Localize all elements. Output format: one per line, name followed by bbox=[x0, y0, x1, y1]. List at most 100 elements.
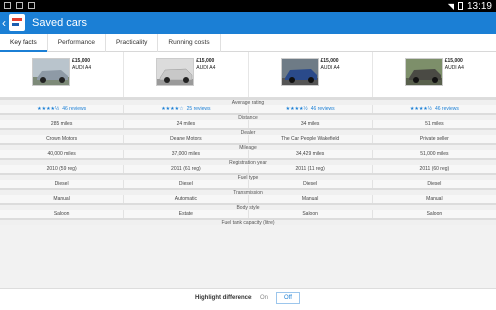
system-icons: ◥ 13:19 bbox=[448, 0, 492, 12]
car-info: £15,000 AUDI A4 bbox=[445, 58, 464, 72]
car-model: AUDI A4 bbox=[320, 65, 340, 71]
car-column[interactable]: £15,000 AUDI A4 bbox=[249, 52, 373, 97]
car-price: £15,000 bbox=[320, 58, 339, 64]
notification-icon bbox=[28, 2, 35, 9]
transmission-cell: Automatic bbox=[124, 195, 249, 203]
rating-cell: ★★★★½ 46 reviews bbox=[249, 105, 373, 113]
fuel-type-cell: Diesel bbox=[0, 180, 125, 188]
rating-row: ★★★★½ 46 reviews ★★★★☆ 25 reviews ★★★★½ 46 … bbox=[0, 105, 496, 113]
dealer-cell: Crown Motors bbox=[0, 135, 125, 143]
distance-cell: 34 miles bbox=[249, 120, 373, 128]
car-price: £15,000 bbox=[72, 58, 91, 64]
transmission-cell: Manual bbox=[0, 195, 125, 203]
car-price: £15,000 bbox=[444, 58, 463, 64]
star-rating: ★★★★½ bbox=[409, 106, 432, 112]
registration-year-cell: 2011 (61 reg) bbox=[124, 165, 249, 173]
body-style-cell: Saloon bbox=[426, 211, 443, 217]
footer-bar: Highlight differences On Off bbox=[0, 288, 496, 310]
status-bar: ◥ 13:19 bbox=[0, 0, 496, 12]
comparison-table[interactable]: £15,000 AUDI A4 £15,000 AUDI A4 £15,000 … bbox=[0, 52, 496, 292]
row-heading-dealer: Dealer bbox=[0, 128, 496, 136]
fuel-type-row: Diesel Diesel Diesel Diesel bbox=[0, 180, 496, 188]
registration-year-cell: 2010 (59 reg) bbox=[0, 165, 125, 173]
notification-icon bbox=[16, 2, 23, 9]
transmission-cell: Manual bbox=[249, 195, 373, 203]
logo-stripe bbox=[12, 23, 19, 26]
wifi-icon: ◥ bbox=[447, 1, 454, 11]
car-info: £15,000 AUDI A4 bbox=[321, 58, 340, 72]
tab-key-facts[interactable]: Key facts bbox=[0, 34, 48, 52]
car-thumbnail[interactable] bbox=[280, 58, 319, 86]
registration-year-row: 2010 (59 reg) 2011 (61 reg) 2011 (11 reg… bbox=[0, 165, 496, 173]
body-style-cell: Estate bbox=[124, 210, 249, 218]
rating-cell: ★★★★½ 46 reviews bbox=[373, 105, 496, 113]
row-heading-fuel-type: Fuel type bbox=[0, 173, 496, 181]
car-column[interactable]: £15,000 AUDI A4 bbox=[373, 52, 496, 97]
mileage-cell: 51,000 miles bbox=[420, 151, 449, 157]
car-thumbnail[interactable] bbox=[404, 58, 443, 86]
row-heading-mileage: Mileage bbox=[0, 143, 496, 151]
car-model: AUDI A4 bbox=[72, 65, 92, 71]
registration-year-cell: 2011 (11 reg) bbox=[249, 165, 373, 173]
battery-icon bbox=[457, 2, 463, 10]
car-header-row: £15,000 AUDI A4 £15,000 AUDI A4 £15,000 … bbox=[0, 52, 496, 98]
fuel-type-cell: Diesel bbox=[124, 180, 249, 188]
tab-bar: Key facts Performance Practicality Runni… bbox=[0, 34, 496, 52]
row-heading-fuel-tank: Fuel tank capacity (litre) bbox=[0, 218, 496, 226]
car-column[interactable]: £15,000 AUDI A4 bbox=[124, 52, 249, 97]
tab-running-costs[interactable]: Running costs bbox=[158, 34, 221, 52]
dealer-row: Crown Motors Deane Motors The Car People… bbox=[0, 135, 496, 143]
dealer-cell: The Car People Wakefield bbox=[249, 135, 373, 143]
mileage-row: 40,000 miles 37,000 miles 34,429 miles 5… bbox=[0, 150, 496, 158]
dealer-cell: Deane Motors bbox=[124, 135, 249, 143]
car-model: AUDI A4 bbox=[196, 65, 216, 71]
toggle-off-button[interactable]: Off bbox=[276, 292, 300, 304]
mileage-cell: 34,429 miles bbox=[249, 150, 373, 158]
tab-performance[interactable]: Performance bbox=[48, 34, 106, 52]
tab-practicality[interactable]: Practicality bbox=[106, 34, 159, 52]
body-style-cell: Saloon bbox=[0, 210, 125, 218]
body-style-cell: Saloon bbox=[249, 210, 373, 218]
rating-cell: ★★★★½ 46 reviews bbox=[0, 105, 125, 113]
car-thumbnail[interactable] bbox=[32, 58, 70, 86]
car-price: £15,000 bbox=[196, 58, 215, 64]
transmission-row: Manual Automatic Manual Manual bbox=[0, 195, 496, 203]
reviews-link[interactable]: 46 reviews bbox=[435, 106, 459, 112]
row-heading-distance: Distance bbox=[0, 113, 496, 121]
car-info: £15,000 AUDI A4 bbox=[72, 58, 91, 72]
distance-cell: 51 miles bbox=[425, 121, 444, 127]
action-bar: ‹ Saved cars bbox=[0, 12, 496, 34]
mileage-cell: 37,000 miles bbox=[124, 150, 249, 158]
star-rating: ★★★★☆ bbox=[161, 106, 184, 112]
row-heading-average-rating: Average rating bbox=[0, 98, 496, 106]
highlight-differences-toggle[interactable]: On Off bbox=[252, 292, 300, 304]
star-rating: ★★★★½ bbox=[285, 106, 308, 112]
car-thumbnail[interactable] bbox=[156, 58, 195, 86]
app-logo[interactable] bbox=[9, 14, 25, 31]
star-rating: ★★★★½ bbox=[37, 106, 60, 112]
registration-year-cell: 2011 (60 reg) bbox=[419, 166, 450, 172]
car-model: AUDI A4 bbox=[444, 65, 464, 71]
page-title: Saved cars bbox=[32, 17, 88, 29]
logo-stripe bbox=[12, 18, 22, 21]
transmission-cell: Manual bbox=[426, 196, 443, 202]
toggle-on-button[interactable]: On bbox=[252, 292, 276, 304]
reviews-link[interactable]: 46 reviews bbox=[311, 106, 335, 112]
car-info: £15,000 AUDI A4 bbox=[196, 58, 215, 72]
distance-cell: 24 miles bbox=[124, 120, 249, 128]
body-style-row: Saloon Estate Saloon Saloon bbox=[0, 210, 496, 218]
row-heading-body-style: Body style bbox=[0, 203, 496, 211]
back-icon[interactable]: ‹ bbox=[2, 15, 6, 31]
car-column[interactable]: £15,000 AUDI A4 bbox=[0, 52, 125, 97]
row-heading-registration-year: Registration year bbox=[0, 158, 496, 166]
reviews-link[interactable]: 25 reviews bbox=[187, 106, 211, 112]
clock-time: 13:19 bbox=[466, 0, 492, 12]
distance-cell: 285 miles bbox=[0, 120, 125, 128]
rating-cell: ★★★★☆ 25 reviews bbox=[124, 105, 249, 113]
fuel-type-cell: Diesel bbox=[427, 181, 442, 187]
dealer-cell: Private seller bbox=[419, 136, 449, 142]
mileage-cell: 40,000 miles bbox=[0, 150, 125, 158]
notification-icon bbox=[4, 2, 11, 9]
notification-icons bbox=[4, 2, 35, 9]
reviews-link[interactable]: 46 reviews bbox=[62, 106, 86, 112]
